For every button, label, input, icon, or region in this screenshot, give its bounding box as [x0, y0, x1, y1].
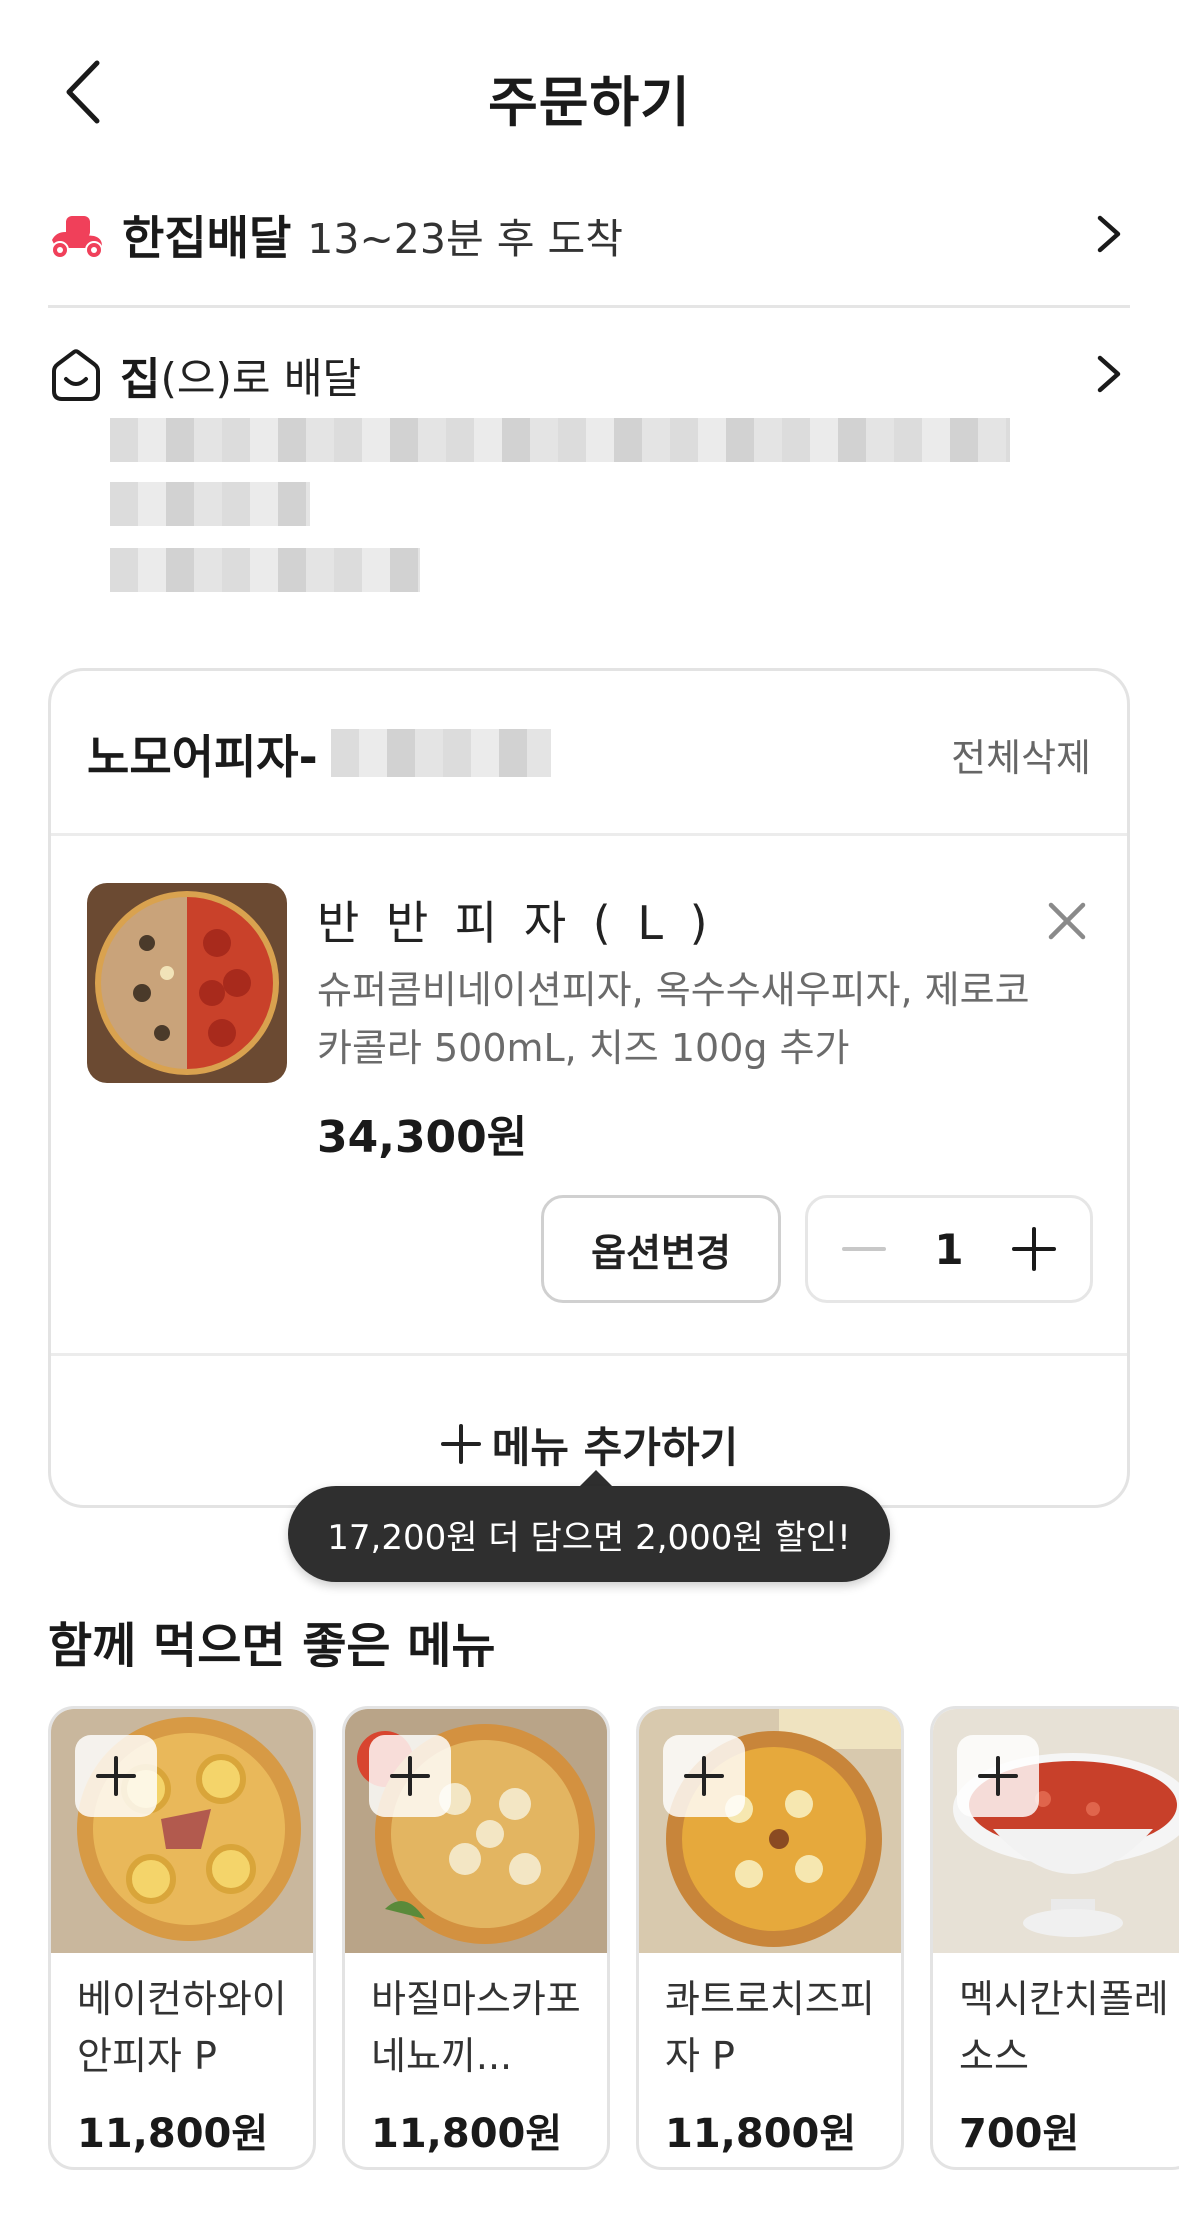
menu-price: 11,800원 [77, 2111, 269, 2157]
plus-icon [440, 1424, 481, 1464]
section-divider [48, 305, 1130, 308]
recommend-card[interactable]: 베이컨하와이안피자 P 11,800원 [48, 1706, 316, 2170]
minus-icon [842, 1247, 886, 1251]
plus-icon [390, 1756, 430, 1796]
add-to-cart-button[interactable] [957, 1735, 1039, 1817]
cart-card: 노모어피자- 전체삭제 반 반 피 자 ( L ) 슈퍼콤비네이션피자, 옥수수… [48, 668, 1130, 1508]
address-detail-redacted [110, 482, 310, 526]
address-name: 집 [120, 354, 161, 405]
chevron-right-icon [1097, 215, 1121, 253]
menu-name: 바질마스카포네뇨끼... [371, 1977, 581, 2078]
item-image [87, 883, 287, 1083]
recommend-card[interactable]: 바질마스카포네뇨끼... 11,800원 [342, 1706, 610, 2170]
phone-redacted [110, 548, 420, 592]
item-price: 34,300원 [317, 1112, 528, 1163]
decrease-quantity-button[interactable] [836, 1221, 892, 1277]
plus-icon [1011, 1227, 1056, 1271]
page-title: 주문하기 [488, 71, 691, 134]
plus-icon [96, 1756, 136, 1796]
plus-icon [978, 1756, 1018, 1796]
menu-price: 700원 [959, 2111, 1080, 2157]
menu-name: 베이컨하와이안피자 P [77, 1977, 287, 2078]
menu-name: 콰트로치즈피자 P [665, 1977, 875, 2078]
quantity-stepper: 1 [805, 1195, 1093, 1303]
add-to-cart-button[interactable] [663, 1735, 745, 1817]
store-branch-redacted [331, 729, 551, 777]
close-icon [1048, 902, 1086, 940]
plus-icon [684, 1756, 724, 1796]
address-suffix: (으)로 배달 [160, 353, 362, 403]
menu-name: 멕시칸치폴레소스 [959, 1977, 1169, 2078]
address-line-redacted [110, 418, 1010, 462]
menu-price: 11,800원 [371, 2111, 563, 2157]
increase-quantity-button[interactable] [1006, 1221, 1062, 1277]
discount-tooltip: 17,200원 더 담으면 2,000원 할인! [288, 1486, 890, 1582]
add-to-cart-button[interactable] [75, 1735, 157, 1817]
home-icon [52, 349, 100, 401]
address-row[interactable]: 집 (으)로 배달 [48, 340, 1130, 410]
card-divider [51, 1353, 1127, 1356]
option-change-button[interactable]: 옵션변경 [541, 1195, 781, 1303]
add-menu-label: 메뉴 추가하기 [491, 1422, 739, 1472]
delete-all-button[interactable]: 전체삭제 [951, 727, 1091, 782]
remove-item-button[interactable] [1037, 891, 1097, 951]
item-name: 반 반 피 자 ( L ) [317, 896, 714, 950]
chevron-right-icon [1097, 355, 1121, 393]
pizza-image [87, 883, 287, 1083]
recommend-card[interactable]: 콰트로치즈피자 P 11,800원 [636, 1706, 904, 2170]
recommend-list: 베이컨하와이안피자 P 11,800원 바질마스카포네뇨끼... 11,800원 [48, 1706, 1179, 2176]
delivery-option-row[interactable]: 한집배달 13~23분 후 도착 [48, 200, 1130, 270]
app-header: 주문하기 [0, 0, 1179, 190]
recommend-card[interactable]: 멕시칸치폴레소스 700원 [930, 1706, 1179, 2170]
scooter-icon [51, 216, 103, 259]
card-divider [51, 833, 1127, 836]
delivery-type: 한집배달 [122, 211, 292, 265]
quantity-value: 1 [934, 1224, 964, 1274]
store-name: 노모어피자- [87, 730, 318, 784]
add-to-cart-button[interactable] [369, 1735, 451, 1817]
delivery-eta: 13~23분 후 도착 [307, 215, 623, 263]
recommend-title: 함께 먹으면 좋은 메뉴 [48, 1618, 496, 1674]
menu-price: 11,800원 [665, 2111, 857, 2157]
item-options: 슈퍼콤비네이션피자, 옥수수새우피자, 제로코카콜라 500mL, 치즈 100… [317, 968, 1030, 1070]
